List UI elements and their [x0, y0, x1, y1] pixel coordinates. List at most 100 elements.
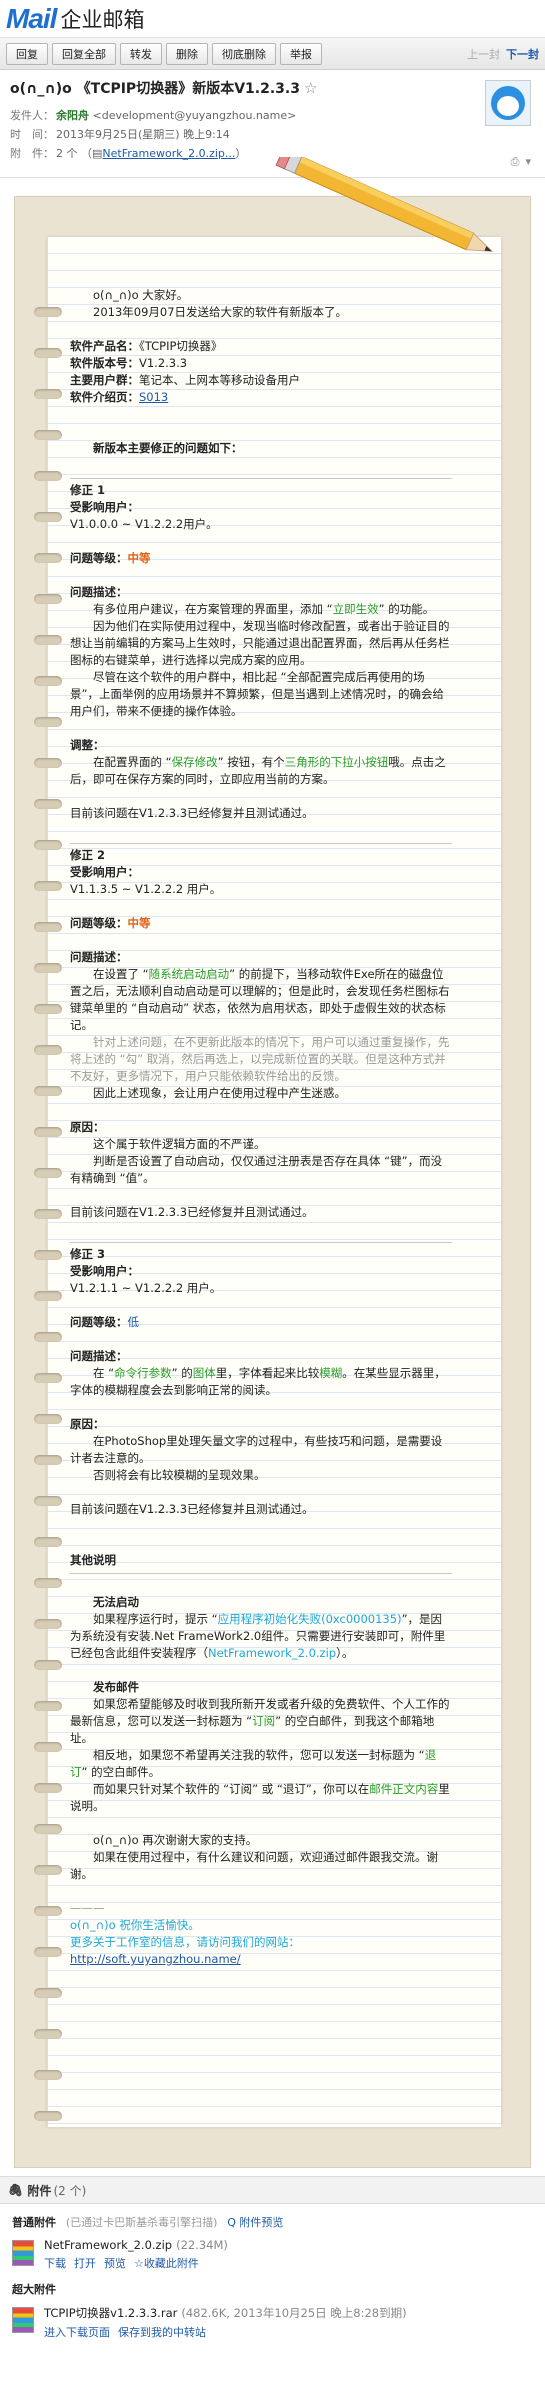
print-icon[interactable]: ⎙ — [511, 155, 520, 169]
sig-link[interactable]: http://soft.yuyangzhou.name/ — [70, 1951, 452, 1968]
intro-link[interactable]: S013 — [139, 390, 168, 404]
star-icon[interactable]: ☆ — [304, 79, 317, 97]
binder-ring — [34, 881, 62, 891]
forward-button[interactable]: 转发 — [120, 42, 162, 65]
binder-rings — [34, 237, 62, 2127]
next-mail-link[interactable]: 下一封 — [506, 46, 539, 62]
level-key: 问题等级： — [70, 551, 128, 565]
level-key: 问题等级： — [70, 1315, 128, 1329]
binder-ring — [34, 1988, 62, 1998]
sig-line1: o(∩_∩)o 祝你生活愉快。 — [70, 1918, 200, 1932]
time-row: 时 间： 2013年9月25日(星期三) 晚上9:14 — [10, 125, 535, 144]
fix1-affected: V1.0.0.0 ~ V1.2.2.2用户。 — [70, 517, 218, 531]
file1-actions: 下载 打开 预览 ☆收藏此附件 — [44, 2255, 228, 2271]
binder-ring — [34, 430, 62, 440]
mail-title: 发布邮件 — [93, 1680, 139, 1694]
binder-ring — [34, 1373, 62, 1383]
archive-icon — [12, 2307, 34, 2333]
letter-background: o(∩_∩)o 大家好。 2013年09月07日发送给大家的软件有新版本了。 软… — [14, 157, 531, 2168]
pencil-icon — [275, 157, 494, 252]
level-key: 问题等级： — [70, 916, 128, 930]
favorite-attachment-link[interactable]: ☆收藏此附件 — [134, 2257, 199, 2270]
fix1-desc2: 因为他们在实际使用过程中，发现当临时修改配置，或者出于验证目的想让当前编辑的方案… — [70, 619, 450, 667]
paperclip-icon: 🖇 — [8, 2183, 24, 2197]
fix3-desc-f: 模糊 — [319, 1366, 343, 1380]
download-link[interactable]: 下载 — [44, 2257, 66, 2270]
fix2-desc1-b: 随系统启动启动 — [148, 967, 230, 981]
fix3-desc-a: 在 “ — [93, 1366, 115, 1380]
binder-ring — [34, 1414, 62, 1424]
save-to-transit-link[interactable]: 保存到我的中转站 — [118, 2326, 206, 2339]
divider — [70, 478, 452, 479]
version-key: 软件版本号： — [70, 356, 139, 370]
mail-meta: 发件人： 余阳舟 <development@yuyangzhou.name> 时 … — [10, 106, 535, 163]
binder-ring — [34, 1250, 62, 1260]
fix2-affected: V1.1.3.5 ~ V1.2.2.2 用户。 — [70, 882, 222, 896]
file1-name[interactable]: NetFramework_2.0.zip — [44, 2238, 172, 2252]
preview-link[interactable]: 预览 — [104, 2257, 126, 2270]
binder-ring — [34, 717, 62, 727]
fix3-desc-d: 图体 — [192, 1366, 216, 1380]
delete-button[interactable]: 删除 — [166, 42, 208, 65]
binder-ring — [34, 1086, 62, 1096]
intro-row: 软件介绍页：S013 — [70, 389, 452, 406]
open-link[interactable]: 打开 — [74, 2257, 96, 2270]
attach-link[interactable]: NetFramework_2.0.zip... — [102, 147, 235, 160]
reply-button[interactable]: 回复 — [6, 42, 48, 65]
fix1-adjust-d: 三角形的下拉小按钮 — [284, 755, 389, 769]
attachment-preview-link[interactable]: Q 附件预览 — [227, 2216, 283, 2229]
binder-ring — [34, 840, 62, 850]
fix3-reason1: 在PhotoShop里处理矢量文字的过程中，有些技巧和问题，是需要设计者去注意的… — [70, 1434, 443, 1465]
normal-title: 普通附件 — [12, 2216, 56, 2229]
nostart-a: 如果程序运行时，提示 “ — [93, 1612, 218, 1626]
fix2-desc2: 针对上述问题，在不更新此版本的情况下，用户可以通过重复操作，先将上述的 “勾” … — [70, 1035, 450, 1083]
version-row: 软件版本号：V1.2.3.3 — [70, 355, 452, 372]
fix3-desc-b: 命令行参数 — [114, 1366, 172, 1380]
nostart-e: ）。 — [336, 1646, 354, 1660]
big-title: 超大附件 — [12, 2283, 56, 2296]
mail-toolbar: 回复 回复全部 转发 删除 彻底删除 举报 上一封 下一封 — [0, 38, 545, 70]
avatar-icon — [491, 86, 525, 120]
time-value: 2013年9月25日(星期三) 晚上9:14 — [56, 128, 230, 141]
prev-mail-link[interactable]: 上一封 — [467, 46, 500, 62]
reply-all-button[interactable]: 回复全部 — [52, 42, 116, 65]
intro-key: 软件介绍页： — [70, 390, 139, 404]
binder-ring — [34, 676, 62, 686]
fix3-desc-c: ” 的 — [171, 1366, 193, 1380]
mail-logo[interactable]: Mail — [6, 3, 57, 35]
letter-content: o(∩_∩)o 大家好。 2013年09月07日发送给大家的软件有新版本了。 软… — [70, 287, 452, 1968]
version-value: V1.2.3.3 — [139, 356, 188, 370]
mail-1b: 订阅 — [252, 1714, 276, 1728]
normal-attachments: 普通附件 (已通过卡巴斯基杀毒引擎扫描) Q 附件预览 NetFramework… — [0, 2214, 545, 2340]
mail-2c: ” 的空白邮件。 — [81, 1765, 161, 1779]
fix1-desc1-a: 有多位用户建议，在方案管理的界面里，添加 “ — [93, 602, 333, 616]
fix2-reason2: 判断是否设置了自动启动，仅仅通过注册表是否存在具体 “键”，而没有精确到 “值”… — [70, 1154, 443, 1185]
binder-ring — [34, 1045, 62, 1055]
fix3-desc-key: 问题描述： — [70, 1349, 128, 1363]
fix2-affected-key: 受影响用户： — [70, 865, 139, 879]
mail-2a: 相反地，如果您不希望再关注我的软件，您可以发送一封标题为 “ — [93, 1748, 425, 1762]
fix3-level: 低 — [127, 1315, 140, 1329]
attach-suffix: ） — [235, 147, 247, 160]
mail-text1: 如果您希望能够及时收到我所新开发或者升级的免费软件、个人工作的最新信息，您可以发… — [70, 1696, 452, 1747]
fix3-desc-e: 里，字体看起来比较 — [215, 1366, 320, 1380]
binder-ring — [34, 1865, 62, 1875]
report-button[interactable]: 举报 — [280, 42, 322, 65]
more-icon[interactable]: ▾ — [525, 155, 531, 169]
fix2-desc3: 因此上述现象，会让用户在使用过程中产生迷惑。 — [93, 1086, 346, 1100]
download-page-link[interactable]: 进入下载页面 — [44, 2326, 110, 2339]
binder-ring — [34, 348, 62, 358]
sender-name[interactable]: 余阳舟 — [56, 109, 89, 122]
fix1-level-row: 问题等级：中等 — [70, 550, 452, 567]
fix1-desc-key: 问题描述： — [70, 585, 128, 599]
file2-name[interactable]: TCPIP切换器v1.2.3.3.rar — [44, 2306, 177, 2320]
binder-ring — [34, 799, 62, 809]
sender-avatar[interactable] — [485, 80, 531, 126]
binder-ring — [34, 1783, 62, 1793]
binder-ring — [34, 635, 62, 645]
fix1-adjust-c: ” 按钮，有个 — [217, 755, 285, 769]
mail-3b: 邮件正文内容 — [369, 1782, 439, 1796]
permanent-delete-button[interactable]: 彻底删除 — [212, 42, 276, 65]
binder-ring — [34, 2111, 62, 2121]
nostart-title: 无法启动 — [93, 1595, 139, 1609]
